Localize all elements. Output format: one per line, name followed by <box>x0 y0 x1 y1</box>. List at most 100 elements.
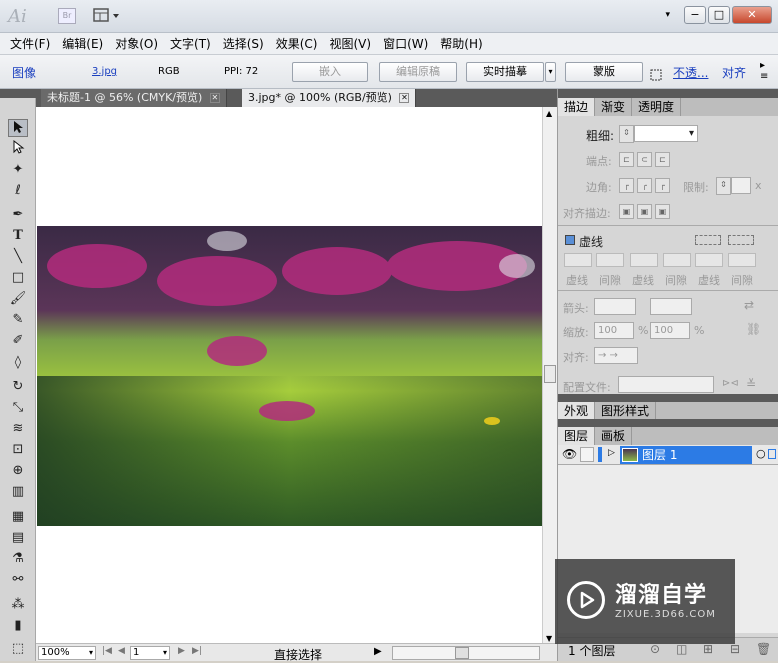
eyedropper-tool-icon[interactable]: ⚗ <box>8 550 28 568</box>
menu-edit[interactable]: 编辑(E) <box>56 33 109 54</box>
panel-dock-header[interactable] <box>558 89 778 98</box>
tab-appearance[interactable]: 外观 <box>558 402 596 420</box>
limit-stepper[interactable]: ⇕ <box>716 177 731 195</box>
magic-wand-tool-icon[interactable]: ✦ <box>8 161 28 179</box>
scroll-down-icon[interactable]: ▼ <box>546 634 552 643</box>
symbol-sprayer-tool-icon[interactable]: ⁂ <box>8 596 28 614</box>
end-arrowhead-select[interactable] <box>650 298 692 315</box>
workspace-dropdown[interactable]: ▾ <box>665 10 670 20</box>
vertical-scroll-thumb[interactable] <box>544 365 556 383</box>
mesh-tool-icon[interactable]: ▦ <box>8 508 28 526</box>
line-tool-icon[interactable]: ╲ <box>8 248 28 266</box>
selection-indicator[interactable] <box>768 449 776 459</box>
target-circle-icon[interactable]: ○ <box>756 447 766 460</box>
bevel-join-icon[interactable]: ┌ <box>655 178 670 193</box>
arrow-align-buttons[interactable]: → → <box>594 347 638 364</box>
round-join-icon[interactable]: ╭ <box>637 178 652 193</box>
rectangle-tool-icon[interactable]: □ <box>8 269 28 287</box>
direct-selection-tool-icon[interactable] <box>8 139 28 158</box>
menu-effect[interactable]: 效果(C) <box>270 33 324 54</box>
column-graph-tool-icon[interactable]: ▮ <box>8 617 28 635</box>
new-sublayer-icon[interactable]: ⊞ <box>703 642 713 656</box>
transform-icon[interactable] <box>650 69 662 84</box>
blob-brush-tool-icon[interactable]: ✐ <box>8 332 28 350</box>
dash-input-2[interactable] <box>630 253 658 267</box>
new-layer-icon[interactable]: ⊟ <box>730 642 740 656</box>
flip-across-icon[interactable]: ≚ <box>746 377 756 391</box>
round-cap-icon[interactable]: ⊂ <box>637 152 652 167</box>
tab-stroke[interactable]: 描边 <box>558 98 596 116</box>
pencil-tool-icon[interactable]: ✎ <box>8 311 28 329</box>
end-scale-input[interactable]: 100 <box>650 322 690 339</box>
horizontal-scroll-thumb[interactable] <box>455 647 469 659</box>
expand-layer-icon[interactable]: ▷ <box>608 448 615 458</box>
opacity-link[interactable]: 不透... <box>673 64 708 81</box>
link-icon[interactable]: ⛓ <box>746 322 761 336</box>
lasso-tool-icon[interactable]: ℓ <box>8 182 28 200</box>
weight-stepper[interactable]: ⇕ <box>619 125 634 143</box>
warp-tool-icon[interactable]: ≋ <box>8 420 28 438</box>
first-page-icon[interactable]: |◀ <box>102 646 112 656</box>
menu-window[interactable]: 窗口(W) <box>377 33 434 54</box>
align-center-icon[interactable]: ▣ <box>619 204 634 219</box>
flip-along-icon[interactable]: ⊳⊲ <box>722 378 739 389</box>
menu-file[interactable]: 文件(F) <box>4 33 56 54</box>
mask-button[interactable]: 蒙版 <box>565 62 643 82</box>
tab-transparency[interactable]: 透明度 <box>632 98 682 116</box>
minimize-button[interactable]: − <box>684 6 706 24</box>
rotate-tool-icon[interactable]: ↻ <box>8 378 28 396</box>
gap-input-2[interactable] <box>663 253 691 267</box>
embed-button[interactable]: 嵌入 <box>292 62 368 82</box>
close-tab-icon[interactable]: ✕ <box>209 93 220 103</box>
miter-join-icon[interactable]: ┌ <box>619 178 634 193</box>
projecting-cap-icon[interactable]: ⊏ <box>655 152 670 167</box>
last-page-icon[interactable]: ▶| <box>192 646 202 656</box>
profile-select[interactable] <box>618 376 714 393</box>
menu-select[interactable]: 选择(S) <box>217 33 270 54</box>
butt-cap-icon[interactable]: ⊏ <box>619 152 634 167</box>
current-tool-status[interactable]: 直接选择 <box>274 646 322 663</box>
tab-3-jpg[interactable]: 3.jpg* @ 100% (RGB/预览) ✕ <box>242 89 417 107</box>
pen-tool-icon[interactable]: ✒ <box>8 206 28 224</box>
dash-input-3[interactable] <box>695 253 723 267</box>
lock-toggle[interactable] <box>580 447 594 462</box>
tab-untitled-1[interactable]: 未标题-1 @ 56% (CMYK/预览) ✕ <box>41 89 227 107</box>
live-trace-button[interactable]: 实时描摹 <box>466 62 544 82</box>
gap-input-1[interactable] <box>596 253 624 267</box>
menu-help[interactable]: 帮助(H) <box>434 33 488 54</box>
dashed-line-checkbox[interactable] <box>565 235 575 245</box>
menu-type[interactable]: 文字(T) <box>164 33 217 54</box>
swap-arrows-icon[interactable]: ⇄ <box>744 298 754 312</box>
scale-tool-icon[interactable]: ⤡ <box>8 399 28 417</box>
artboard-tool-icon[interactable]: ⬚ <box>8 640 28 658</box>
shape-builder-tool-icon[interactable]: ⊕ <box>8 462 28 480</box>
tab-layers[interactable]: 图层 <box>558 427 596 445</box>
control-menu-icon[interactable]: ▸ ≡ <box>760 60 768 82</box>
align-dash-icon[interactable] <box>728 235 754 245</box>
edit-original-button[interactable]: 编辑原稿 <box>379 62 457 82</box>
page-select[interactable]: 1 ▾ <box>130 646 170 660</box>
gradient-tool-icon[interactable]: ▤ <box>8 529 28 547</box>
align-outside-icon[interactable]: ▣ <box>655 204 670 219</box>
close-button[interactable]: ✕ <box>732 6 772 24</box>
layer-row[interactable]: 👁 ▷ 图层 1 ○ <box>558 445 778 465</box>
tab-graphic-styles[interactable]: 图形样式 <box>595 402 657 420</box>
tab-gradient[interactable]: 渐变 <box>595 98 633 116</box>
tab-artboards[interactable]: 画板 <box>595 427 633 445</box>
eraser-tool-icon[interactable]: ◊ <box>8 354 28 372</box>
horizontal-scrollbar[interactable] <box>392 646 540 660</box>
align-link[interactable]: 对齐 <box>722 64 746 81</box>
scroll-up-icon[interactable]: ▲ <box>546 109 552 118</box>
status-menu-arrow-icon[interactable]: ▶ <box>374 646 382 657</box>
next-page-icon[interactable]: ▶ <box>178 646 185 656</box>
preserve-dash-icon[interactable] <box>695 235 721 245</box>
type-tool-icon[interactable]: T <box>8 227 28 245</box>
menu-object[interactable]: 对象(O) <box>109 33 164 54</box>
blend-tool-icon[interactable]: ⚯ <box>8 571 28 589</box>
close-tab-icon[interactable]: ✕ <box>399 93 410 103</box>
delete-layer-icon[interactable]: 🗑 <box>756 642 771 656</box>
free-transform-tool-icon[interactable]: ⊡ <box>8 441 28 459</box>
bridge-button[interactable]: Br <box>58 8 76 24</box>
layer-name-cell[interactable]: 图层 1 <box>620 446 752 464</box>
start-scale-input[interactable]: 100 <box>594 322 634 339</box>
